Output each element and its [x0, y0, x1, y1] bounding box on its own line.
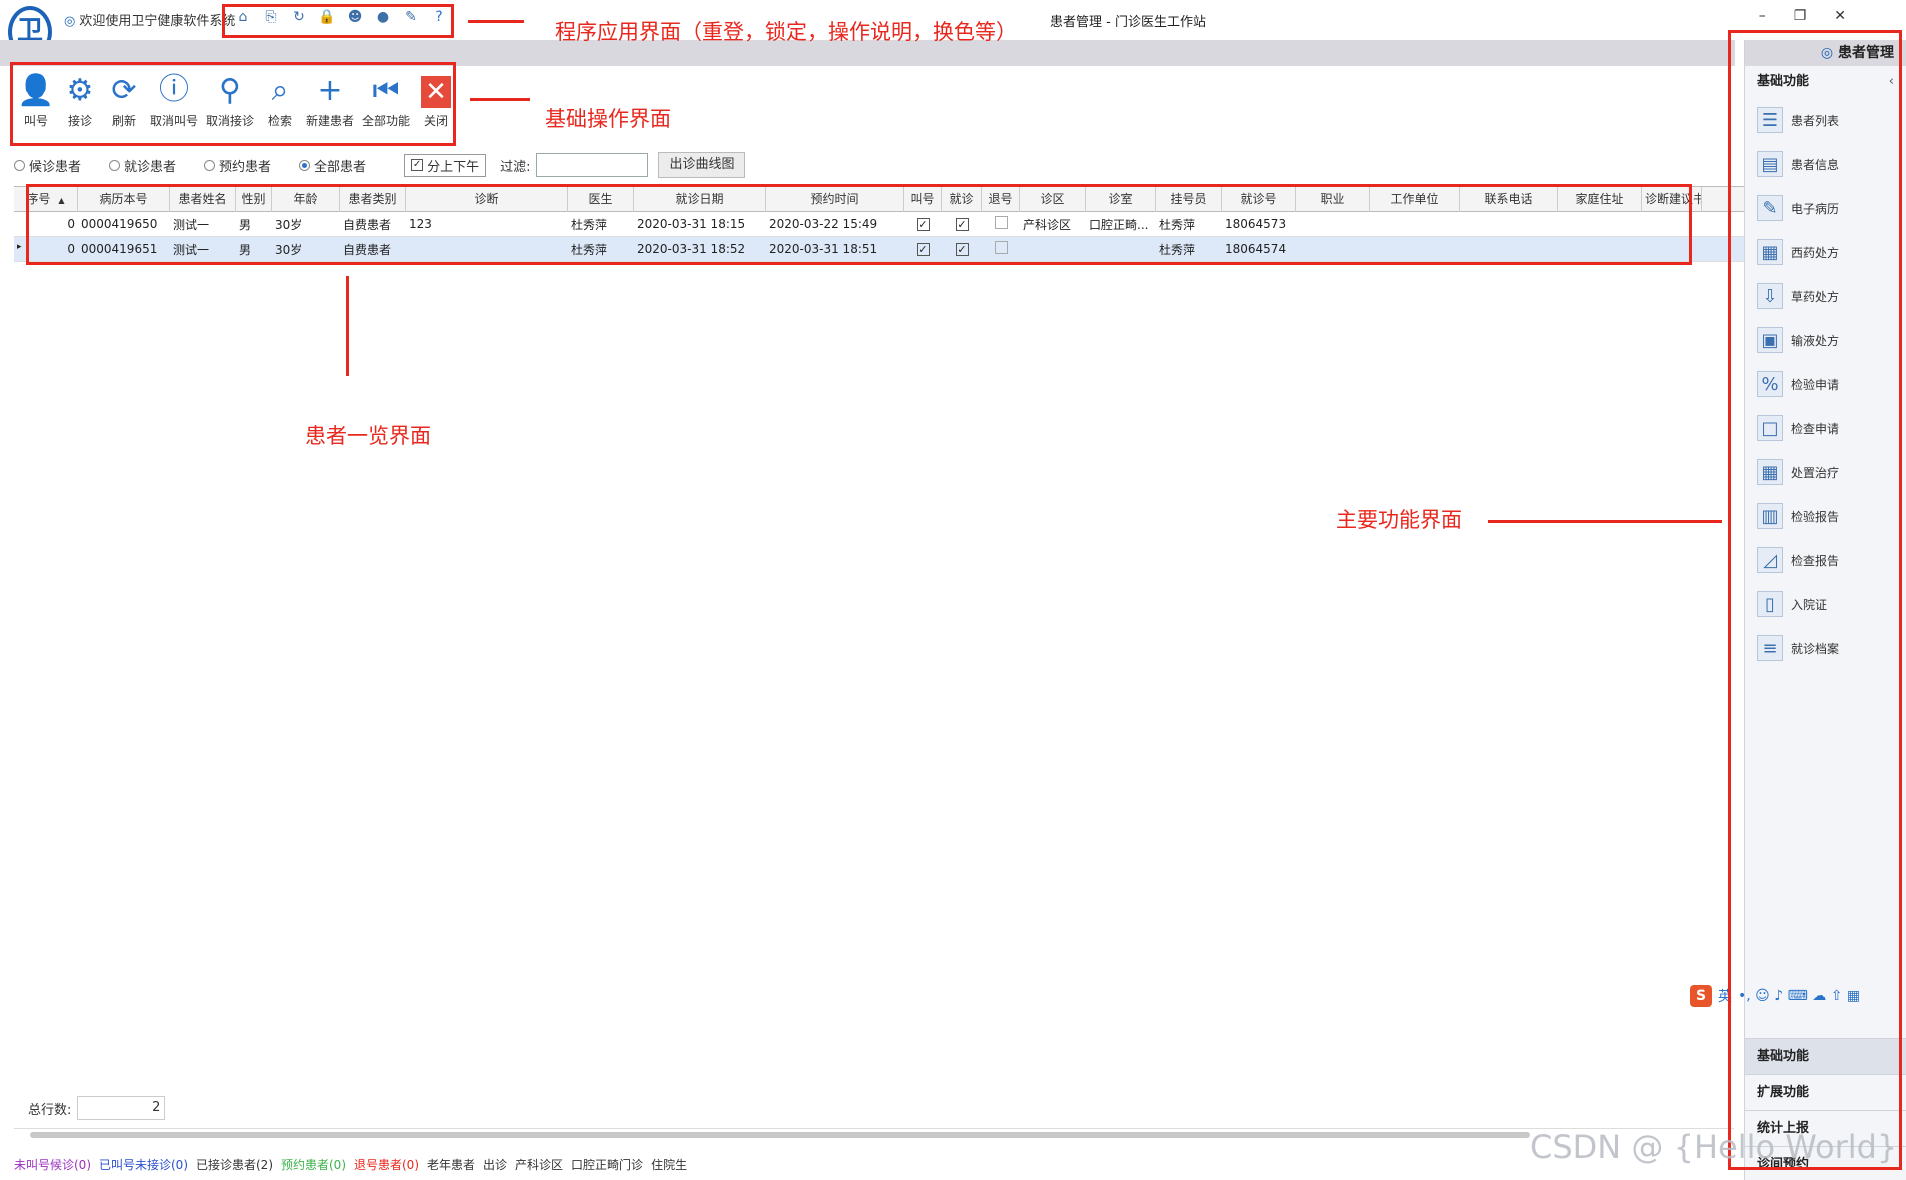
status-legend-item: 已叫号未接诊(0): [99, 1158, 188, 1172]
radio-visiting[interactable]: 就诊患者: [109, 156, 176, 175]
minimize-button[interactable]: –: [1759, 8, 1766, 24]
am-pm-checkbox[interactable]: ✓ 分上下午: [404, 153, 487, 177]
annotation-toolbar: 基础操作界面: [545, 107, 671, 131]
brand-mini-icon: ◎: [64, 14, 76, 29]
sogou-ime-icon[interactable]: S: [1690, 985, 1712, 1007]
status-legend: 未叫号候诊(0) 已叫号未接诊(0) 已接诊患者(2) 预约患者(0) 退号患者(0) 老…: [14, 1156, 687, 1173]
annotation-box-toolbar: [10, 62, 456, 146]
status-legend-item: 未叫号候诊(0): [14, 1158, 91, 1172]
annotation-box-grid: [26, 184, 1692, 265]
watermark: CSDN @ {Hello World}: [1530, 1128, 1898, 1166]
radio-dot: [14, 159, 25, 171]
status-legend-item: 预约患者(0): [281, 1158, 346, 1172]
checkmark-icon: ✓: [411, 159, 424, 171]
current-row-marker-icon: ▸: [17, 242, 22, 252]
annotation-main-functions: 主要功能界面: [1336, 508, 1462, 532]
window-controls: – ❐ ✕: [1759, 8, 1846, 24]
annotation-arrow: [468, 20, 524, 23]
total-label: 总行数:: [28, 1102, 72, 1118]
annotation-appbar: 程序应用界面（重登，锁定，操作说明，换色等）: [555, 20, 1017, 44]
annotation-box-panel: [1728, 30, 1902, 1170]
annotation-arrow: [346, 276, 349, 376]
window-title: 患者管理 - 门诊医生工作站: [1050, 15, 1206, 30]
annotation-arrow: [470, 98, 530, 101]
annotation-box-appbar: [222, 4, 454, 38]
app-window: { "window": { "welcome": "欢迎使用卫宁健康软件系统",…: [0, 0, 1906, 1180]
radio-waiting[interactable]: 候诊患者: [14, 156, 81, 175]
filter-label: 过滤:: [500, 159, 531, 175]
status-legend-item: 已接诊患者(2): [196, 1158, 273, 1172]
welcome-text: ◎ 欢迎使用卫宁健康软件系统: [64, 14, 236, 29]
maximize-button[interactable]: ❐: [1794, 8, 1807, 24]
close-window-button[interactable]: ✕: [1834, 8, 1846, 24]
radio-dot: [109, 159, 121, 171]
status-legend-item: 出诊: [483, 1158, 508, 1172]
horizontal-scrollbar[interactable]: [14, 1128, 1734, 1140]
status-legend-item: 退号患者(0): [354, 1158, 419, 1172]
status-legend-item: 产科诊区: [515, 1158, 564, 1172]
radio-dot-selected: [299, 159, 311, 171]
annotation-arrow: [1488, 520, 1722, 523]
curve-chart-button[interactable]: 出诊曲线图: [658, 152, 746, 178]
radio-all[interactable]: 全部患者: [299, 156, 366, 175]
total-bar: 总行数: 2: [28, 1096, 166, 1120]
status-legend-item: 住院生: [651, 1158, 688, 1172]
status-legend-item: 口腔正畸门诊: [571, 1158, 644, 1172]
radio-appointment[interactable]: 预约患者: [204, 156, 271, 175]
filter-input[interactable]: [536, 153, 649, 177]
radio-dot: [204, 159, 216, 171]
status-legend-item: 老年患者: [427, 1158, 476, 1172]
total-value: 2: [77, 1096, 166, 1120]
filter-bar: 候诊患者 就诊患者 预约患者 全部患者 ✓ 分上下午 过滤: 出诊曲线图: [14, 151, 746, 179]
annotation-patient-list: 患者一览界面: [305, 424, 431, 448]
scroll-thumb[interactable]: [30, 1132, 1530, 1138]
